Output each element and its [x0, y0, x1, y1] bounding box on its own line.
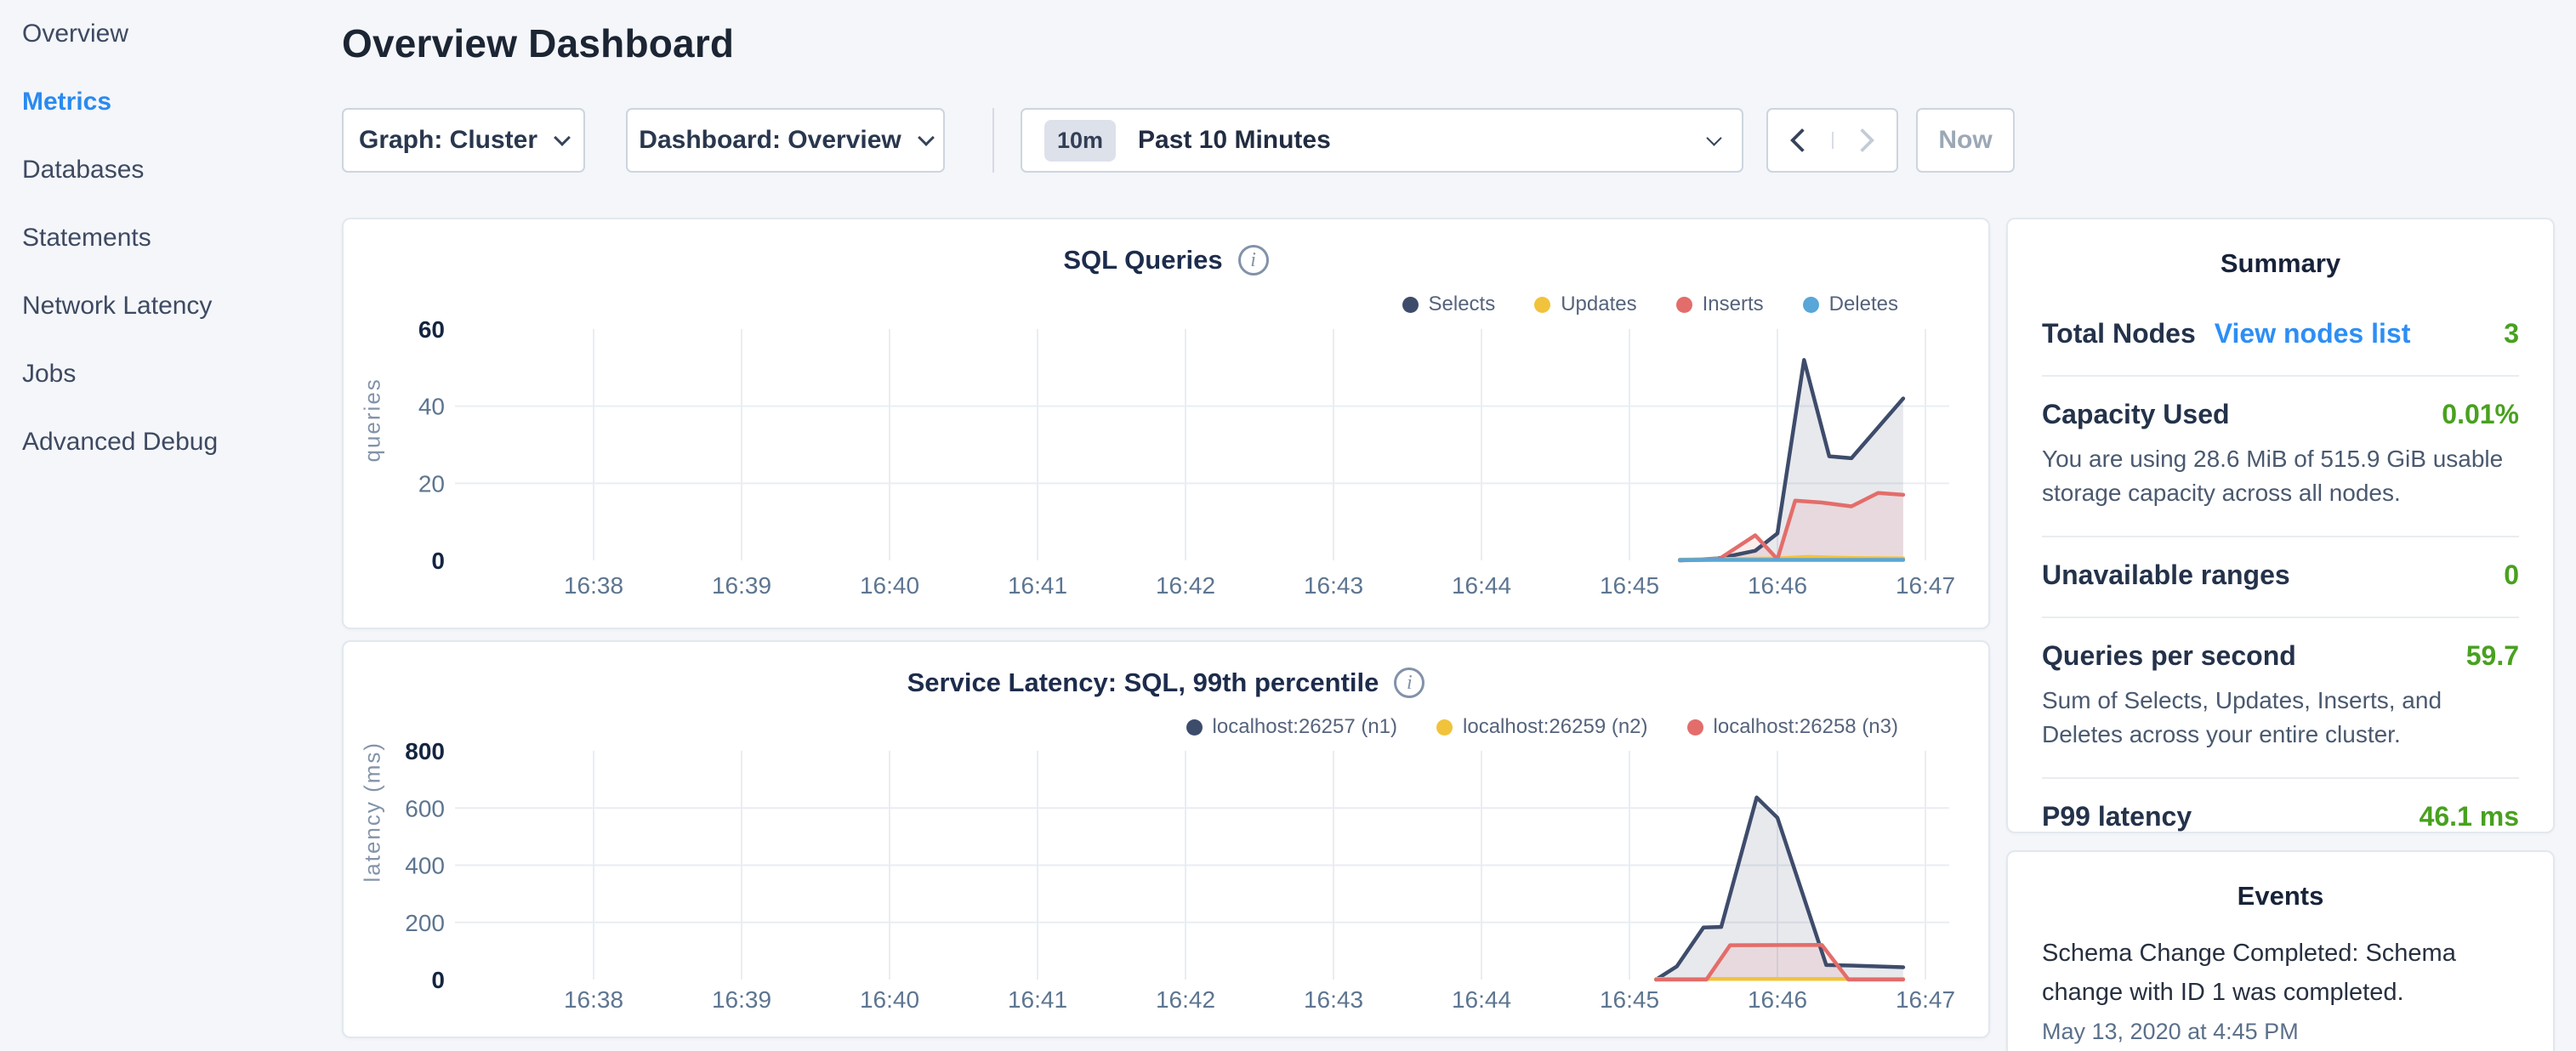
dashboard-dropdown[interactable]: Dashboard: Overview	[626, 108, 945, 173]
svg-text:16:47: 16:47	[1896, 572, 1955, 599]
summary-label: Unavailable ranges	[2042, 560, 2290, 591]
time-range-dropdown[interactable]: 10m Past 10 Minutes	[1021, 108, 1743, 173]
event-timestamp: May 13, 2020 at 4:45 PM	[2042, 1019, 2519, 1045]
svg-text:16:47: 16:47	[1896, 986, 1955, 1013]
summary-row-queries-per-second: Queries per second 59.7 Sum of Selects, …	[2042, 618, 2519, 779]
service-latency-chart[interactable]: 16:38 16:39 16:40 16:41 16:42 16:43 16:44 16:45…	[344, 642, 1992, 1038]
graph-dropdown[interactable]: Graph: Cluster	[342, 108, 585, 173]
sidebar-item-metrics[interactable]: Metrics	[0, 68, 340, 136]
events-panel: Events Schema Change Completed: Schema c…	[2006, 850, 2555, 1051]
event-list-item[interactable]: Schema Change Completed: Schema change w…	[2008, 912, 2553, 1045]
summary-label: Total Nodes	[2042, 318, 2196, 349]
svg-text:16:43: 16:43	[1304, 986, 1363, 1013]
controls-bar: Graph: Cluster Dashboard: Overview 10m P…	[342, 108, 2015, 173]
sql-queries-chart[interactable]: 16:38 16:39 16:40 16:41 16:42 16:43 16:44 16:45…	[344, 219, 1992, 629]
chevron-down-icon	[1706, 130, 1721, 145]
controls-divider	[992, 108, 994, 173]
svg-text:16:43: 16:43	[1304, 572, 1363, 599]
summary-panel: Summary Total Nodes View nodes list 3 Ca…	[2006, 218, 2555, 833]
summary-caption: You are using 28.6 MiB of 515.9 GiB usab…	[2042, 442, 2519, 510]
svg-text:16:44: 16:44	[1452, 572, 1511, 599]
summary-value: 0	[2504, 560, 2519, 591]
chevron-right-icon	[1851, 128, 1874, 152]
next-time-button[interactable]	[1832, 132, 1897, 149]
svg-text:400: 400	[405, 853, 445, 879]
sidebar-item-network-latency[interactable]: Network Latency	[0, 272, 340, 340]
summary-row-capacity-used: Capacity Used 0.01% You are using 28.6 M…	[2042, 377, 2519, 537]
sidebar-item-databases[interactable]: Databases	[0, 136, 340, 204]
now-button[interactable]: Now	[1916, 108, 2015, 173]
svg-text:16:39: 16:39	[712, 572, 771, 599]
svg-text:16:38: 16:38	[564, 572, 623, 599]
sidebar-item-jobs[interactable]: Jobs	[0, 340, 340, 408]
events-title: Events	[2008, 852, 2553, 912]
svg-text:16:46: 16:46	[1748, 572, 1807, 599]
svg-text:16:42: 16:42	[1156, 572, 1215, 599]
svg-text:16:44: 16:44	[1452, 986, 1511, 1013]
summary-caption: Sum of Selects, Updates, Inserts, and De…	[2042, 684, 2519, 752]
sql-queries-card: SQL Queries i Selects Updates Inserts De…	[342, 218, 1990, 629]
summary-row-unavailable-ranges: Unavailable ranges 0	[2042, 537, 2519, 618]
svg-text:16:40: 16:40	[860, 986, 919, 1013]
svg-text:20: 20	[418, 470, 445, 497]
summary-label: P99 latency	[2042, 801, 2192, 832]
svg-text:60: 60	[418, 316, 445, 343]
summary-value: 46.1 ms	[2420, 801, 2519, 832]
chevron-down-icon	[554, 129, 571, 146]
sidebar-item-advanced-debug[interactable]: Advanced Debug	[0, 408, 340, 476]
svg-text:16:40: 16:40	[860, 572, 919, 599]
chevron-down-icon	[918, 129, 935, 146]
summary-title: Summary	[2008, 219, 2553, 279]
svg-text:800: 800	[405, 738, 445, 764]
page-title: Overview Dashboard	[342, 20, 734, 66]
svg-text:16:38: 16:38	[564, 986, 623, 1013]
summary-label: Capacity Used	[2042, 399, 2230, 430]
svg-text:16:41: 16:41	[1008, 986, 1067, 1013]
prev-time-button[interactable]	[1768, 132, 1832, 149]
summary-row-total-nodes: Total Nodes View nodes list 3	[2042, 296, 2519, 377]
svg-text:0: 0	[431, 548, 445, 574]
svg-text:16:45: 16:45	[1600, 986, 1659, 1013]
service-latency-card: Service Latency: SQL, 99th percentile i …	[342, 640, 1990, 1038]
svg-text:16:45: 16:45	[1600, 572, 1659, 599]
time-step-buttons	[1766, 108, 1898, 173]
svg-text:200: 200	[405, 910, 445, 936]
sidebar: Overview Metrics Databases Statements Ne…	[0, 0, 340, 1051]
chevron-left-icon	[1790, 128, 1814, 152]
summary-label: Queries per second	[2042, 640, 2296, 672]
svg-text:16:46: 16:46	[1748, 986, 1807, 1013]
time-range-badge: 10m	[1044, 120, 1116, 162]
svg-text:600: 600	[405, 795, 445, 821]
svg-text:16:39: 16:39	[712, 986, 771, 1013]
svg-text:16:41: 16:41	[1008, 572, 1067, 599]
view-nodes-list-link[interactable]: View nodes list	[2215, 318, 2411, 349]
sidebar-item-overview[interactable]: Overview	[0, 0, 340, 68]
sidebar-item-statements[interactable]: Statements	[0, 204, 340, 272]
svg-text:0: 0	[431, 967, 445, 993]
event-message: Schema Change Completed: Schema change w…	[2042, 934, 2519, 1012]
time-range-label: Past 10 Minutes	[1138, 126, 1331, 155]
summary-row-p99-latency: P99 latency 46.1 ms	[2042, 779, 2519, 858]
svg-text:16:42: 16:42	[1156, 986, 1215, 1013]
dashboard-dropdown-label: Dashboard: Overview	[639, 126, 901, 155]
svg-text:40: 40	[418, 394, 445, 420]
summary-value: 3	[2504, 318, 2519, 349]
graph-dropdown-label: Graph: Cluster	[359, 126, 537, 155]
summary-value: 59.7	[2466, 640, 2519, 672]
summary-value: 0.01%	[2442, 399, 2519, 430]
